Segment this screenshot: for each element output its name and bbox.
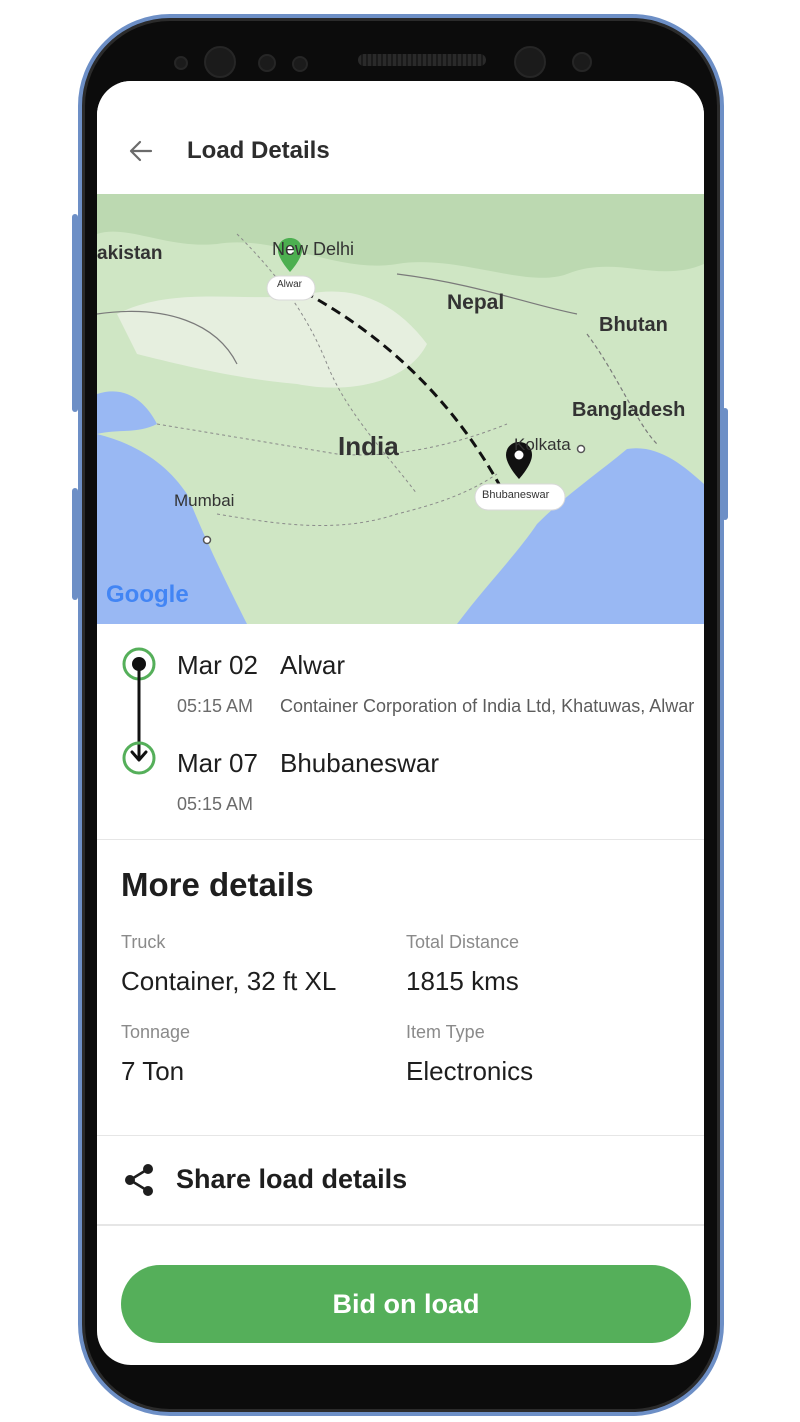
light-sensor xyxy=(292,56,308,72)
map-label-kolkata: Kolkata xyxy=(514,435,571,454)
tonnage-value: 7 Ton xyxy=(121,1056,185,1086)
iris-sensor xyxy=(572,52,592,72)
pickup-date: Mar 02 xyxy=(177,650,258,680)
route-summary: Mar 02 Alwar 05:15 AM Container Corporat… xyxy=(97,624,704,840)
map-label-new-delhi: New Delhi xyxy=(272,239,355,259)
pickup-time: 05:15 AM xyxy=(177,696,254,716)
destination-map-tag: Bhubaneswar xyxy=(482,489,550,501)
map-label-bangladesh: Bangladesh xyxy=(572,399,686,421)
back-arrow-icon[interactable] xyxy=(121,131,161,171)
share-icon xyxy=(125,1164,153,1196)
pickup-city: Alwar xyxy=(280,650,346,680)
map-label-pakistan: akistan xyxy=(97,243,163,264)
drop-city: Bhubaneswar xyxy=(280,748,439,778)
pickup-address: Container Corporation of India Ltd, Khat… xyxy=(280,696,695,716)
bid-on-load-button[interactable]: Bid on load xyxy=(121,1265,691,1343)
distance-value: 1815 kms xyxy=(406,966,519,996)
tonnage-label: Tonnage xyxy=(121,1022,191,1042)
map-label-mumbai: Mumbai xyxy=(174,491,235,510)
front-sensor xyxy=(204,46,236,78)
drop-date: Mar 07 xyxy=(177,748,258,778)
power-button xyxy=(722,408,728,520)
earpiece-speaker xyxy=(358,54,486,66)
phone-frame: Load Details akistan New Delhi Nepal Bhu… xyxy=(78,14,724,1416)
app-screen: Load Details akistan New Delhi Nepal Bhu… xyxy=(97,81,704,1365)
page-title: Load Details xyxy=(187,137,330,164)
map-label-bhutan: Bhutan xyxy=(599,314,668,336)
volume-button xyxy=(72,214,78,412)
drop-time: 05:15 AM xyxy=(177,794,254,814)
share-load-label: Share load details xyxy=(176,1164,408,1194)
more-details-heading: More details xyxy=(121,866,314,903)
share-load-button[interactable]: Share load details xyxy=(97,1136,704,1226)
app-header: Load Details xyxy=(97,81,704,193)
truck-label: Truck xyxy=(121,932,166,952)
map-label-nepal: Nepal xyxy=(447,291,505,314)
truck-value: Container, 32 ft XL xyxy=(121,966,337,996)
more-details-section: More details Truck Container, 32 ft XL T… xyxy=(97,840,704,1136)
origin-map-tag: Alwar xyxy=(277,279,303,290)
route-timeline-icon xyxy=(122,647,156,775)
map-label-india: India xyxy=(338,431,399,461)
sensor-dot xyxy=(174,56,188,70)
bixby-button xyxy=(72,488,78,600)
item-type-value: Electronics xyxy=(406,1056,534,1086)
google-logo: Google xyxy=(106,581,189,608)
front-camera xyxy=(514,46,546,78)
proximity-sensor xyxy=(258,54,276,72)
distance-label: Total Distance xyxy=(406,932,520,952)
item-type-label: Item Type xyxy=(406,1022,485,1042)
